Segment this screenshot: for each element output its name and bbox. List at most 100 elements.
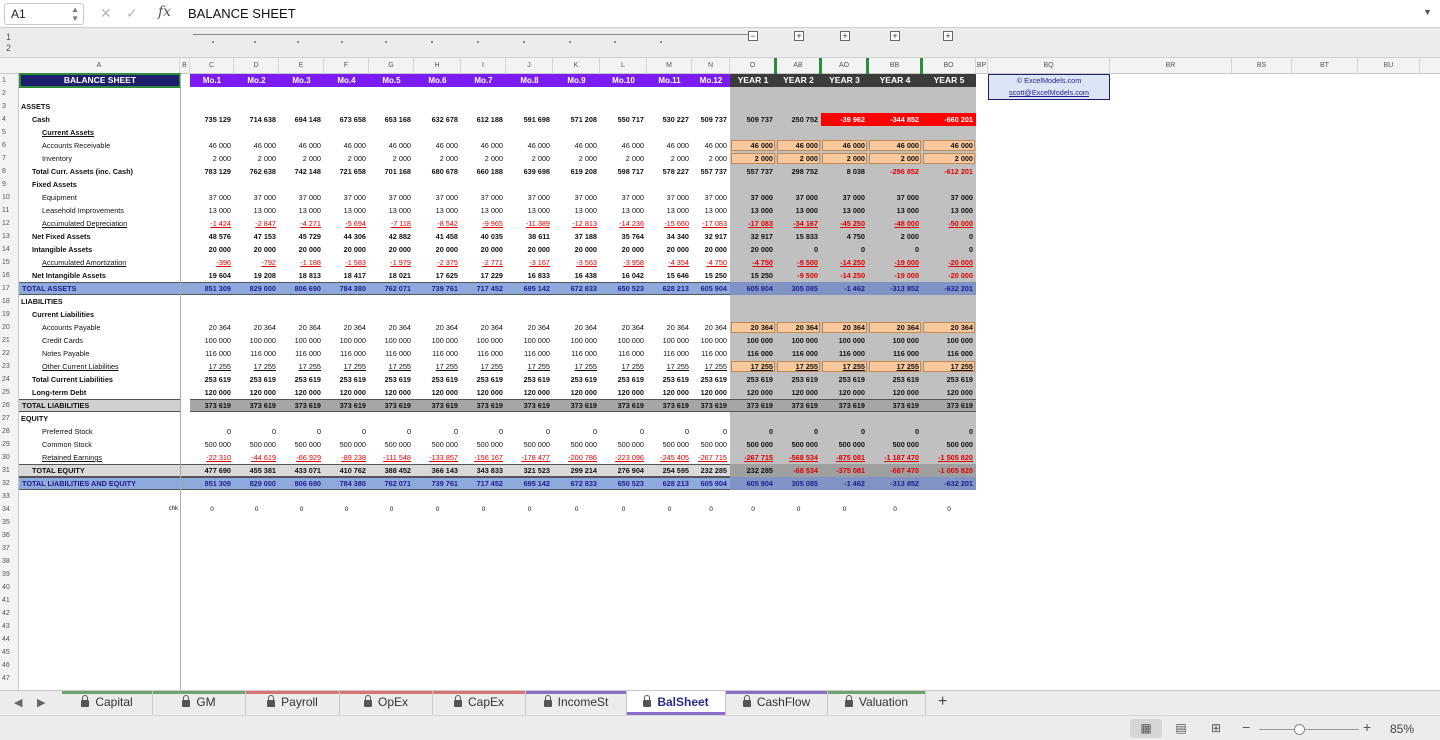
value-cell[interactable]: 742 148	[279, 166, 321, 177]
value-cell[interactable]: 2 000	[821, 153, 865, 164]
sheet-tab-capital[interactable]: Capital	[62, 691, 153, 715]
column-header[interactable]: BU	[1358, 58, 1420, 74]
value-cell[interactable]: 739 761	[414, 283, 458, 294]
value-cell[interactable]: -45 250	[821, 218, 865, 229]
value-cell[interactable]: 17 255	[190, 361, 231, 372]
value-cell[interactable]: 477 690	[190, 465, 231, 476]
zoom-level[interactable]: 85%	[1390, 722, 1414, 736]
value-cell[interactable]: 47 153	[234, 231, 276, 242]
row-label[interactable]: Fixed Assets	[32, 179, 77, 190]
value-cell[interactable]: 20 364	[553, 322, 597, 333]
value-cell[interactable]: 37 000	[234, 192, 276, 203]
row-header[interactable]: 38	[0, 555, 19, 568]
value-cell[interactable]: 305 085	[776, 283, 818, 294]
value-cell[interactable]: 100 000	[600, 335, 644, 346]
value-cell[interactable]: 37 000	[821, 192, 865, 203]
row-label[interactable]: Intangible Assets	[32, 244, 92, 255]
value-cell[interactable]: 46 000	[692, 140, 727, 151]
value-cell[interactable]: 410 762	[324, 465, 366, 476]
value-cell[interactable]: 37 000	[461, 192, 503, 203]
value-cell[interactable]: 500 000	[821, 439, 865, 450]
value-cell[interactable]: 694 148	[279, 114, 321, 125]
value-cell[interactable]: 100 000	[279, 335, 321, 346]
value-cell[interactable]: -2 375	[414, 257, 458, 268]
value-cell[interactable]: 500 000	[190, 439, 231, 450]
next-sheet-icon[interactable]: ▶	[37, 696, 45, 709]
row-header[interactable]: 25	[0, 386, 19, 399]
value-cell[interactable]: 373 619	[234, 400, 276, 411]
value-cell[interactable]: -344 852	[868, 114, 919, 125]
value-cell[interactable]: 46 000	[647, 140, 689, 151]
row-label[interactable]: EQUITY	[21, 413, 48, 424]
row-label[interactable]: TOTAL EQUITY	[32, 465, 85, 476]
value-cell[interactable]: 20 000	[461, 244, 503, 255]
value-cell[interactable]: 120 000	[647, 387, 689, 398]
value-cell[interactable]: -12 813	[553, 218, 597, 229]
expand-group-icon[interactable]: +	[943, 31, 953, 41]
value-cell[interactable]: 100 000	[324, 335, 366, 346]
value-cell[interactable]: -1 979	[369, 257, 411, 268]
value-cell[interactable]: 695 142	[506, 283, 550, 294]
value-cell[interactable]: 500 000	[776, 439, 818, 450]
value-cell[interactable]: 15 250	[692, 270, 727, 281]
column-header[interactable]: M	[647, 58, 692, 74]
row-header[interactable]: 34	[0, 503, 19, 516]
value-cell[interactable]: 100 000	[868, 335, 919, 346]
value-cell[interactable]: 20 000	[553, 244, 597, 255]
value-cell[interactable]: 120 000	[776, 387, 818, 398]
value-cell[interactable]: 2 000	[234, 153, 276, 164]
value-cell[interactable]: 17 255	[324, 361, 366, 372]
value-cell[interactable]: 116 000	[234, 348, 276, 359]
value-cell[interactable]: 37 000	[647, 192, 689, 203]
value-cell[interactable]: 46 000	[234, 140, 276, 151]
value-cell[interactable]: 46 000	[369, 140, 411, 151]
year-header[interactable]: YEAR 1	[730, 75, 776, 86]
value-cell[interactable]: 100 000	[776, 335, 818, 346]
value-cell[interactable]: 253 619	[922, 374, 973, 385]
value-cell[interactable]: 2 000	[922, 153, 973, 164]
value-cell[interactable]: 46 000	[190, 140, 231, 151]
row-header[interactable]: 15	[0, 256, 19, 269]
value-cell[interactable]: 253 619	[730, 374, 773, 385]
value-cell[interactable]: 253 619	[369, 374, 411, 385]
value-cell[interactable]: 17 255	[730, 361, 773, 372]
value-cell[interactable]: 18 021	[369, 270, 411, 281]
row-header[interactable]: 46	[0, 659, 19, 672]
row-header[interactable]: 18	[0, 295, 19, 308]
value-cell[interactable]: 0	[821, 426, 865, 437]
value-cell[interactable]: 17 255	[279, 361, 321, 372]
value-cell[interactable]: 829 000	[234, 478, 276, 489]
value-cell[interactable]: 650 523	[600, 283, 644, 294]
value-cell[interactable]: 20 364	[324, 322, 366, 333]
value-cell[interactable]: 17 255	[553, 361, 597, 372]
value-cell[interactable]: 46 000	[324, 140, 366, 151]
value-cell[interactable]: 2 000	[730, 153, 773, 164]
value-cell[interactable]: 500 000	[553, 439, 597, 450]
value-cell[interactable]: -19 000	[868, 257, 919, 268]
value-cell[interactable]: 116 000	[369, 348, 411, 359]
row-label[interactable]: Notes Payable	[42, 348, 89, 359]
value-cell[interactable]: 20 364	[506, 322, 550, 333]
value-cell[interactable]: 0	[414, 426, 458, 437]
value-cell[interactable]: -178 477	[506, 452, 550, 463]
value-cell[interactable]: 116 000	[776, 348, 818, 359]
column-header[interactable]: G	[369, 58, 414, 74]
value-cell[interactable]: 100 000	[506, 335, 550, 346]
row-header[interactable]: 30	[0, 451, 19, 464]
value-cell[interactable]: 37 000	[553, 192, 597, 203]
value-cell[interactable]: 500 000	[692, 439, 727, 450]
value-cell[interactable]: 0	[922, 231, 973, 242]
value-cell[interactable]: 20 364	[234, 322, 276, 333]
value-cell[interactable]: -3 958	[600, 257, 644, 268]
value-cell[interactable]: -660 201	[922, 114, 973, 125]
value-cell[interactable]: 32 917	[730, 231, 773, 242]
value-cell[interactable]: 0	[600, 504, 647, 515]
value-cell[interactable]: 717 452	[461, 478, 503, 489]
value-cell[interactable]: 46 000	[414, 140, 458, 151]
value-cell[interactable]: 116 000	[324, 348, 366, 359]
value-cell[interactable]: 100 000	[692, 335, 727, 346]
value-cell[interactable]: 2 000	[776, 153, 818, 164]
row-header[interactable]: 44	[0, 633, 19, 646]
value-cell[interactable]: 37 000	[414, 192, 458, 203]
value-cell[interactable]: 116 000	[414, 348, 458, 359]
